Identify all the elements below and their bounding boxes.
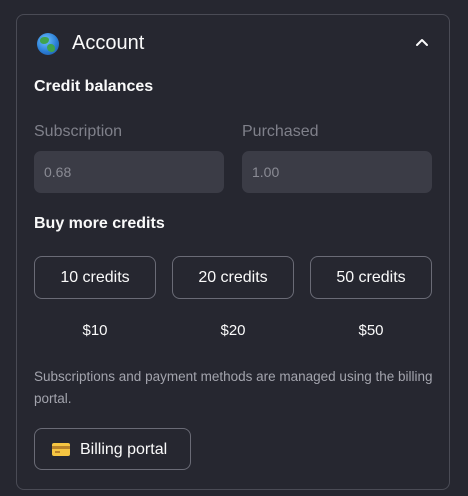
price-50-credits: $50 bbox=[358, 322, 384, 339]
globe-icon bbox=[37, 33, 59, 55]
buy-20-credits-button[interactable]: 20 credits bbox=[172, 256, 294, 299]
credit-card-icon bbox=[52, 443, 70, 456]
billing-portal-label: Billing portal bbox=[80, 441, 168, 458]
account-expander-header[interactable]: Account bbox=[17, 15, 449, 73]
price-10-credits: $10 bbox=[82, 322, 108, 339]
purchased-field[interactable]: 1.00 bbox=[242, 151, 432, 193]
subscription-field[interactable]: 0.68 bbox=[34, 151, 224, 193]
buy-50-credits-button[interactable]: 50 credits bbox=[310, 256, 432, 299]
credit-balances-heading: Credit balances bbox=[34, 78, 154, 95]
billing-portal-button[interactable]: Billing portal bbox=[34, 428, 191, 470]
chevron-up-icon[interactable] bbox=[415, 37, 429, 47]
buy-credits-heading: Buy more credits bbox=[34, 215, 165, 232]
account-title: Account bbox=[72, 32, 145, 54]
price-20-credits: $20 bbox=[220, 322, 246, 339]
purchased-label: Purchased bbox=[242, 123, 319, 140]
account-panel: Account Credit balances Subscription 0.6… bbox=[16, 14, 450, 490]
billing-note: Subscriptions and payment methods are ma… bbox=[34, 369, 433, 406]
subscription-label: Subscription bbox=[34, 123, 123, 140]
buy-10-credits-button[interactable]: 10 credits bbox=[34, 256, 156, 299]
